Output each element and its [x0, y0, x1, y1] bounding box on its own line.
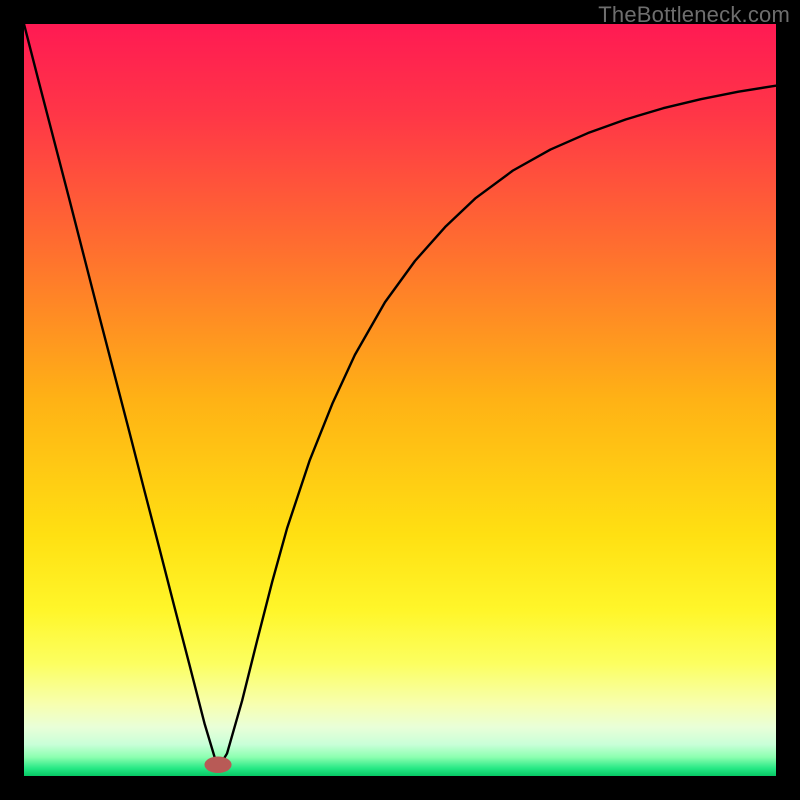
minimum-marker — [204, 756, 231, 773]
watermark-text: TheBottleneck.com — [598, 2, 790, 28]
chart-frame — [24, 24, 776, 776]
bottleneck-chart — [24, 24, 776, 776]
gradient-background — [24, 24, 776, 776]
